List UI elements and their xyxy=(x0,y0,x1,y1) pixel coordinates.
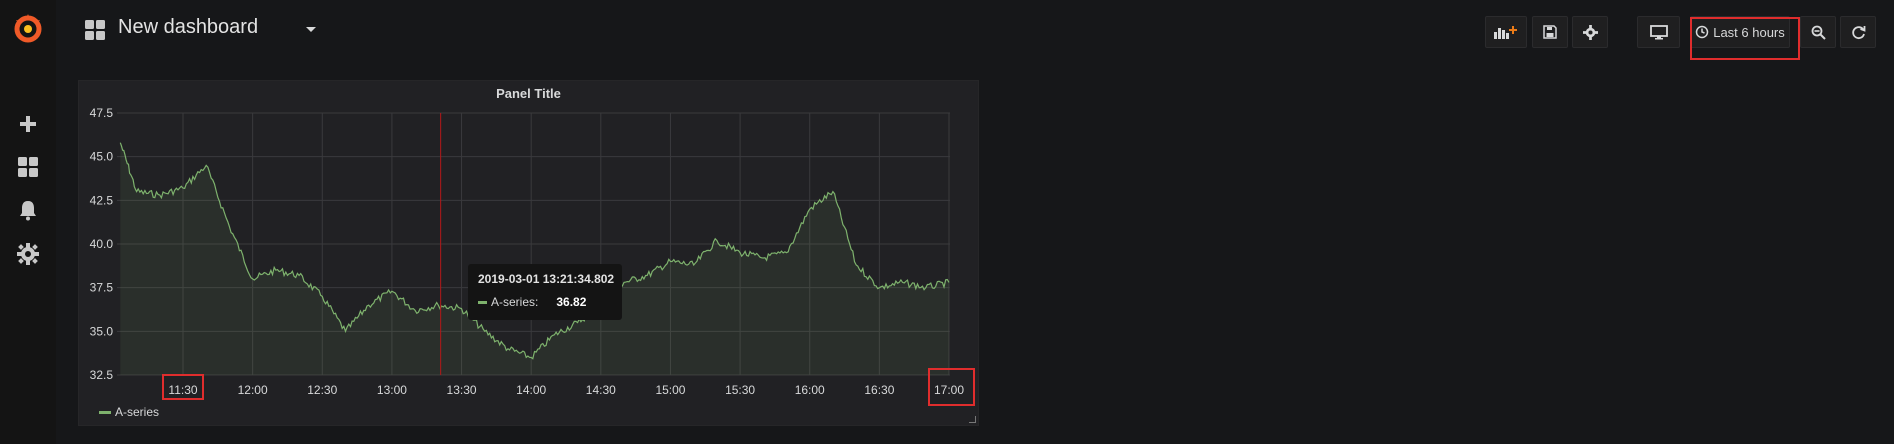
refresh-icon xyxy=(1851,25,1865,39)
plus-icon[interactable] xyxy=(14,110,42,138)
x-tick-label: 13:00 xyxy=(377,383,407,397)
x-tick-label: 11:30 xyxy=(168,383,197,397)
zoom-out-icon xyxy=(1811,25,1826,40)
tooltip-series-value: 36.82 xyxy=(556,295,587,309)
legend-item-a-series[interactable]: A-series xyxy=(115,405,159,419)
x-tick-label: 14:30 xyxy=(586,383,616,397)
y-tick-label: 42.5 xyxy=(90,193,114,207)
time-range-picker[interactable]: Last 6 hours xyxy=(1690,16,1790,48)
bell-icon[interactable] xyxy=(14,196,42,224)
tooltip-series-name: A-series: xyxy=(491,295,539,309)
x-tick-label: 16:30 xyxy=(864,383,894,397)
add-panel-button[interactable] xyxy=(1485,16,1527,48)
time-range-label: Last 6 hours xyxy=(1713,24,1785,40)
x-tick-label: 12:30 xyxy=(307,383,337,397)
x-tick-label: 15:00 xyxy=(655,383,685,397)
dashboards-icon[interactable] xyxy=(14,153,42,181)
y-tick-label: 32.5 xyxy=(90,368,114,382)
y-tick-label: 47.5 xyxy=(90,106,114,120)
monitor-icon xyxy=(1649,24,1668,39)
tooltip-time: 2019-03-01 13:21:34.802 xyxy=(478,272,615,286)
chevron-down-icon[interactable] xyxy=(306,27,316,32)
resize-handle[interactable] xyxy=(969,416,976,423)
add-panel-icon xyxy=(1494,26,1517,39)
y-tick-label: 40.0 xyxy=(90,237,114,251)
x-tick-label: 12:00 xyxy=(238,383,268,397)
gear-icon xyxy=(1582,24,1598,40)
x-tick-label: 16:00 xyxy=(795,383,825,397)
save-icon xyxy=(1543,25,1557,39)
dashboard-title[interactable]: New dashboard xyxy=(118,16,258,39)
dashboard-navbar: New dashboard Last 6 hours xyxy=(56,0,1894,60)
graph-chart: 32.5 35.0 37.5 40.0 42.5 45.0 47.5 11:30 12:00 12… xyxy=(90,106,975,406)
grafana-logo-icon[interactable] xyxy=(10,10,46,46)
save-dashboard-button[interactable] xyxy=(1532,16,1568,48)
graph-panel: Panel Title 32.5 35.0 37.5 40.0 42.5 45.0 47.5… xyxy=(78,80,979,426)
sidebar xyxy=(0,0,56,444)
y-tick-label: 35.0 xyxy=(90,324,114,338)
graph-tooltip: 2019-03-01 13:21:34.802 A-series: 36.82 xyxy=(468,264,622,320)
x-tick-label: 17:00 xyxy=(934,383,964,397)
x-tick-label: 13:30 xyxy=(447,383,477,397)
series-color-swatch xyxy=(478,300,487,304)
graph-legend: A-series xyxy=(99,405,159,419)
y-tick-label: 45.0 xyxy=(90,150,114,164)
tv-mode-button[interactable] xyxy=(1637,16,1680,48)
a-series-area xyxy=(120,142,950,375)
x-tick-label: 14:00 xyxy=(516,383,546,397)
refresh-button[interactable] xyxy=(1840,16,1876,48)
y-tick-label: 37.5 xyxy=(90,281,114,295)
dashboard-settings-button[interactable] xyxy=(1572,16,1608,48)
dashboard-grid-icon xyxy=(84,19,106,41)
gear-icon[interactable] xyxy=(14,240,42,268)
clock-icon xyxy=(1695,25,1709,39)
zoom-out-button[interactable] xyxy=(1800,16,1836,48)
x-tick-label: 15:30 xyxy=(725,383,755,397)
legend-color-swatch[interactable] xyxy=(99,410,111,414)
